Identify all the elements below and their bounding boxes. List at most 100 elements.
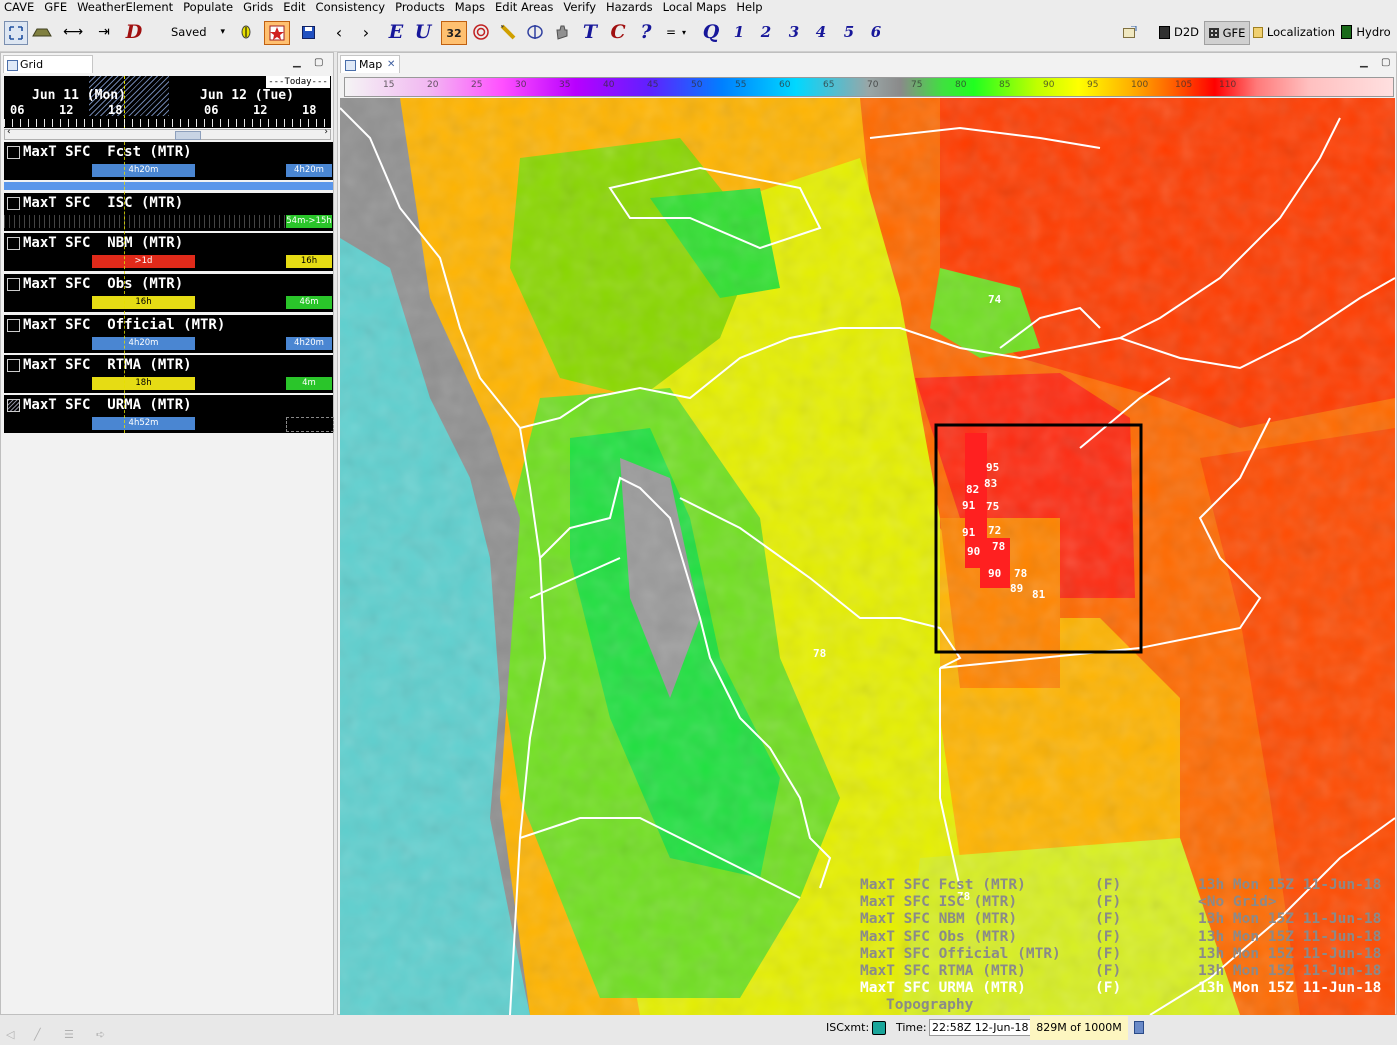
scroll-thumb[interactable] bbox=[175, 131, 201, 140]
select-button[interactable] bbox=[264, 21, 290, 45]
smooth-button[interactable] bbox=[551, 21, 573, 43]
equals-dropdown[interactable]: = ▾ bbox=[662, 21, 690, 43]
trash-icon[interactable] bbox=[1134, 1021, 1144, 1034]
grid-block[interactable]: 46m bbox=[286, 296, 332, 309]
t-button[interactable]: T bbox=[580, 21, 600, 43]
minimize-icon[interactable]: ▁ bbox=[1360, 57, 1368, 68]
grid-row[interactable]: MaxT SFC Obs (MTR) 16h 46m bbox=[4, 274, 333, 312]
scroll-right-icon[interactable]: › bbox=[324, 127, 328, 137]
fit-view-button[interactable] bbox=[4, 21, 28, 45]
menu-products[interactable]: Products bbox=[390, 0, 450, 15]
maximize-icon[interactable]: ▢ bbox=[1381, 57, 1390, 68]
menu-hazards[interactable]: Hazards bbox=[601, 0, 658, 15]
station-value[interactable]: 74 bbox=[988, 293, 1001, 306]
num-4-button[interactable]: 4 bbox=[812, 21, 830, 43]
target-button[interactable] bbox=[470, 21, 492, 43]
station-value[interactable]: 89 bbox=[1010, 582, 1023, 595]
grid-block[interactable]: 16h bbox=[92, 296, 195, 309]
menu-maps[interactable]: Maps bbox=[450, 0, 490, 15]
gfe-perspective-button[interactable]: GFE bbox=[1204, 21, 1250, 45]
map-canvas[interactable]: 74 95 83 82 91 75 91 72 90 78 90 78 89 81 78 78 MaxT SF… bbox=[340, 98, 1395, 1015]
next-button[interactable]: › bbox=[357, 21, 375, 43]
station-value[interactable]: 90 bbox=[967, 545, 980, 558]
pencil-button[interactable] bbox=[497, 21, 519, 43]
scroll-left-icon[interactable]: ‹ bbox=[7, 127, 11, 137]
station-value[interactable]: 91 bbox=[962, 526, 975, 539]
station-value[interactable]: 82 bbox=[966, 483, 979, 496]
status-icon[interactable]: ☰ bbox=[64, 1028, 74, 1041]
station-value[interactable]: 75 bbox=[986, 500, 999, 513]
station-value[interactable]: 83 bbox=[984, 477, 997, 490]
grid-row-checkbox[interactable] bbox=[7, 146, 20, 159]
station-value[interactable]: 78 bbox=[992, 540, 1005, 553]
grid-row[interactable]: MaxT SFC RTMA (MTR) 18h 4m bbox=[4, 355, 333, 393]
num-3-button[interactable]: 3 bbox=[785, 21, 803, 43]
grid-row[interactable]: MaxT SFC ISC (MTR) 54m->15h bbox=[4, 193, 333, 231]
saved-dropdown[interactable]: Saved ▾ bbox=[168, 21, 228, 43]
num-1-button[interactable]: 1 bbox=[730, 21, 748, 43]
station-value[interactable]: 95 bbox=[986, 461, 999, 474]
status-icon[interactable]: ╱ bbox=[34, 1028, 41, 1041]
pan-tool-button[interactable] bbox=[30, 21, 54, 43]
station-value[interactable]: 78 bbox=[1014, 567, 1027, 580]
status-icon[interactable]: ◁ bbox=[6, 1028, 14, 1041]
expand-time-button[interactable]: ⟷ bbox=[62, 21, 84, 43]
grid-row-checkbox[interactable] bbox=[7, 399, 20, 412]
menu-help[interactable]: Help bbox=[731, 0, 767, 15]
menu-edit[interactable]: Edit bbox=[278, 0, 310, 15]
grid-block[interactable]: 4h20m bbox=[286, 337, 332, 350]
grid-row[interactable]: MaxT SFC URMA (MTR) 4h52m bbox=[4, 395, 334, 433]
grid-row-checkbox[interactable] bbox=[7, 359, 20, 372]
previous-button[interactable]: ‹ bbox=[330, 21, 348, 43]
grid-block[interactable]: 16h bbox=[286, 255, 332, 268]
color-bar[interactable]: 15 20 25 30 35 40 45 50 55 60 65 70 75 80 85 90 95 100 105… bbox=[344, 77, 1394, 97]
weather-symbol-button[interactable] bbox=[236, 21, 256, 43]
menu-populate[interactable]: Populate bbox=[178, 0, 238, 15]
menu-local-maps[interactable]: Local Maps bbox=[658, 0, 732, 15]
station-value[interactable]: 72 bbox=[988, 524, 1001, 537]
grid-block[interactable]: 18h bbox=[92, 377, 195, 390]
menu-weatherelement[interactable]: WeatherElement bbox=[72, 0, 178, 15]
menu-verify[interactable]: Verify bbox=[558, 0, 601, 15]
iscxmt-indicator-icon[interactable] bbox=[872, 1021, 886, 1035]
grid-block[interactable]: 54m->15h bbox=[286, 215, 332, 228]
grid-manager-tab[interactable]: Grid Manager bbox=[3, 55, 93, 89]
minimize-icon[interactable]: ▁ bbox=[293, 57, 301, 68]
time-scale[interactable]: ---Today--- Jun 11 (Mon) Jun 12 (Tue) 06… bbox=[4, 76, 331, 128]
grid-block[interactable]: 4h20m bbox=[92, 337, 195, 350]
d2d-perspective-button[interactable]: D2D bbox=[1156, 21, 1202, 43]
menu-edit-areas[interactable]: Edit Areas bbox=[490, 0, 558, 15]
help-button[interactable]: ? bbox=[636, 21, 656, 43]
grid-block[interactable]: 4h52m bbox=[92, 417, 195, 430]
time-scrollbar[interactable]: ‹ › bbox=[4, 127, 331, 140]
station-value[interactable]: 78 bbox=[813, 647, 826, 660]
grid-block[interactable]: >1d bbox=[92, 255, 195, 268]
num-2-button[interactable]: 2 bbox=[757, 21, 775, 43]
c-button[interactable]: C bbox=[608, 21, 628, 43]
num-6-button[interactable]: 6 bbox=[867, 21, 885, 43]
d-button[interactable]: D bbox=[124, 21, 144, 43]
u-button[interactable]: U bbox=[413, 21, 433, 43]
station-value[interactable]: 81 bbox=[1032, 588, 1045, 601]
grid-row[interactable]: MaxT SFC NBM (MTR) >1d 16h bbox=[4, 233, 333, 271]
grid-row-checkbox[interactable] bbox=[7, 319, 20, 332]
map-tab[interactable]: Map ✕ bbox=[340, 55, 400, 73]
grid-row[interactable]: MaxT SFC Official (MTR) 4h20m 4h20m bbox=[4, 315, 333, 353]
station-value[interactable]: 91 bbox=[962, 499, 975, 512]
menu-gfe[interactable]: GFE bbox=[39, 0, 72, 15]
contract-time-button[interactable]: ⇥ bbox=[93, 21, 115, 43]
open-perspective-button[interactable] bbox=[1120, 21, 1140, 43]
menu-grids[interactable]: Grids bbox=[238, 0, 278, 15]
contour-button[interactable] bbox=[524, 21, 546, 43]
grid-block[interactable]: 4h20m bbox=[286, 164, 332, 177]
maximize-icon[interactable]: ▢ bbox=[314, 57, 323, 68]
menu-cave[interactable]: CAVE bbox=[0, 0, 39, 15]
grid-row-checkbox[interactable] bbox=[7, 237, 20, 250]
q-button[interactable]: Q bbox=[700, 21, 722, 43]
num-5-button[interactable]: 5 bbox=[840, 21, 858, 43]
hydro-perspective-button[interactable]: Hydro bbox=[1340, 21, 1392, 43]
localization-perspective-button[interactable]: Localization bbox=[1253, 21, 1335, 43]
station-value[interactable]: 90 bbox=[988, 567, 1001, 580]
grid-row[interactable]: MaxT SFC Fcst (MTR) 4h20m 4h20m bbox=[4, 142, 333, 180]
grid-block[interactable]: 4m bbox=[286, 377, 332, 390]
